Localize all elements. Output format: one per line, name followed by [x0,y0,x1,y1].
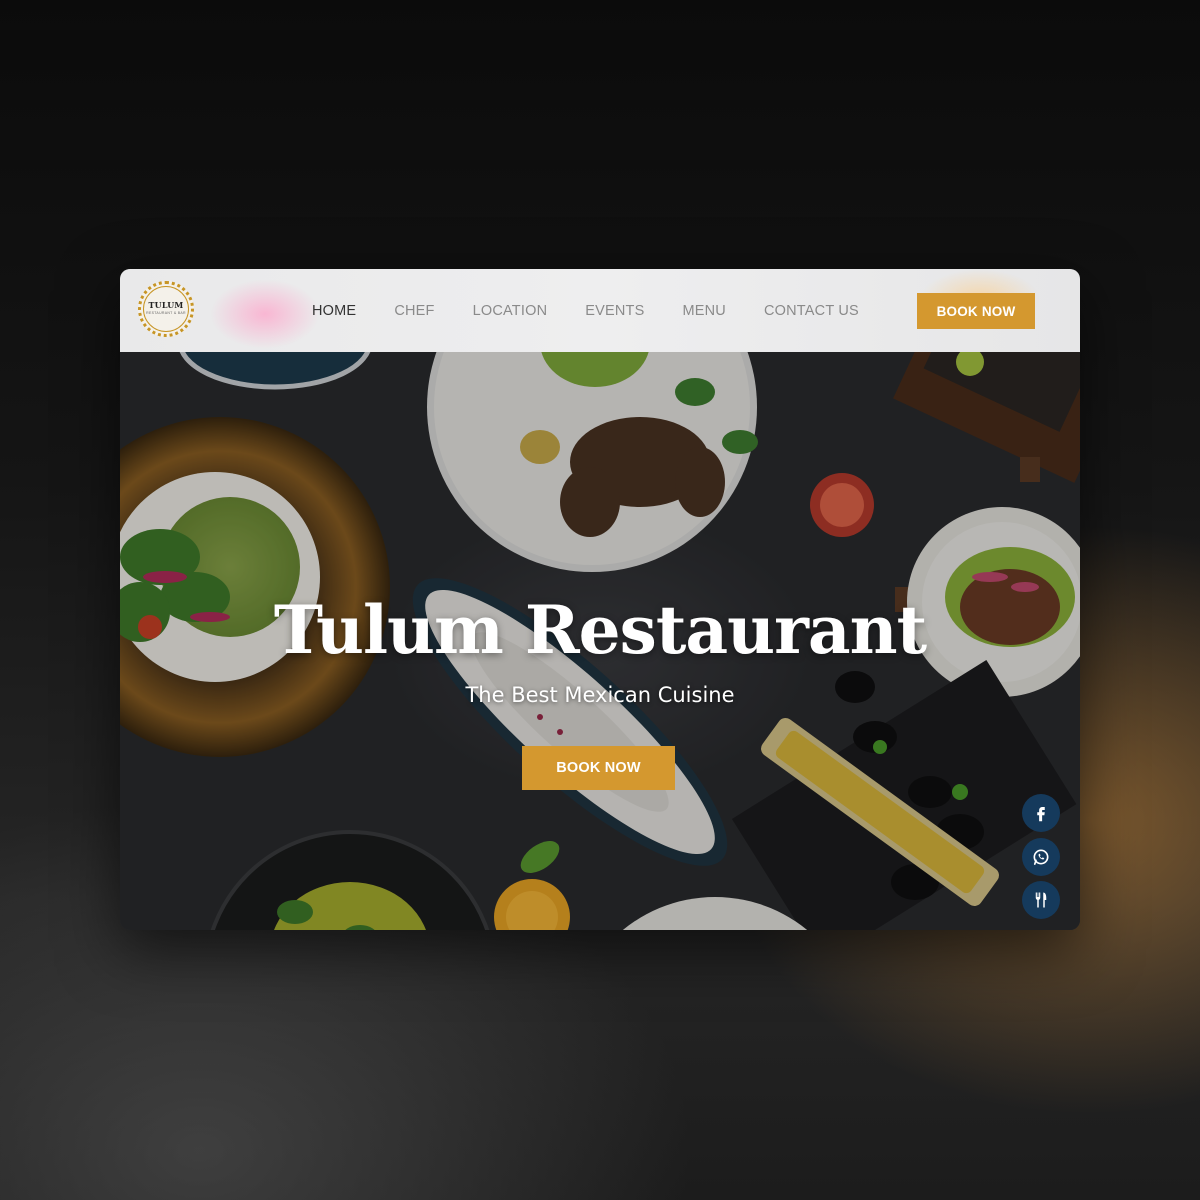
nav-menu: HOME CHEF LOCATION EVENTS MENU CONTACT U… [312,269,897,352]
nav-book-now-button[interactable]: BOOK NOW [917,293,1035,329]
nav-item-events[interactable]: EVENTS [585,303,644,319]
nav-item-menu[interactable]: MENU [682,303,726,319]
logo-subtitle: RESTAURANT & BAR [146,311,186,315]
nav-item-contact-us[interactable]: CONTACT US [764,303,859,319]
menu-fork-knife-button[interactable] [1022,881,1060,919]
browser-frame: Tulum Restaurant The Best Mexican Cuisin… [120,269,1080,930]
nav-item-chef[interactable]: CHEF [394,303,434,319]
whatsapp-icon [1033,849,1049,865]
navbar: TULUM RESTAURANT & BAR HOME CHEF LOCATIO… [120,269,1080,352]
nav-item-location[interactable]: LOCATION [473,303,548,319]
hero-title: Tulum Restaurant [273,591,927,669]
facebook-icon [1037,807,1045,822]
nav-item-home[interactable]: HOME [312,303,356,319]
logo-name: TULUM [148,300,184,310]
facebook-button[interactable] [1022,794,1060,832]
hero-section: Tulum Restaurant The Best Mexican Cuisin… [120,352,1080,930]
whatsapp-button[interactable] [1022,838,1060,876]
hero-subtitle: The Best Mexican Cuisine [465,683,735,707]
tulum-logo[interactable]: TULUM RESTAURANT & BAR [138,281,194,337]
hero-book-now-button[interactable]: BOOK NOW [522,746,675,790]
fork-knife-icon [1035,892,1047,908]
